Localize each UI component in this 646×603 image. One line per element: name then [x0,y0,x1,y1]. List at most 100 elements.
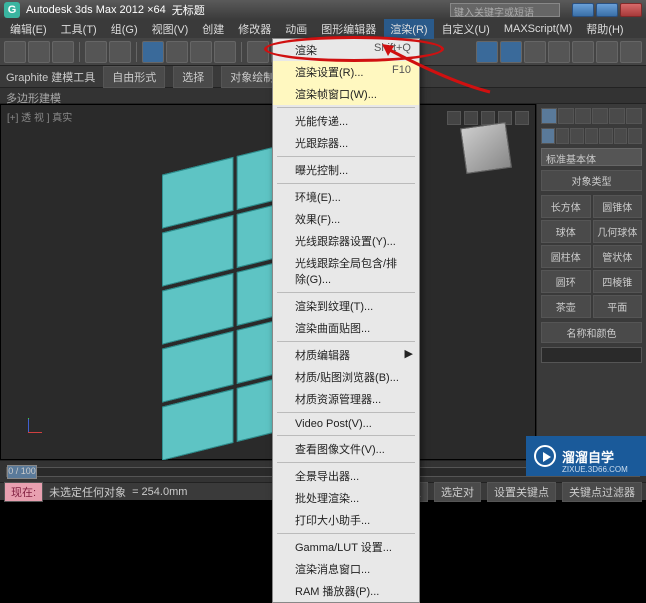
menu-item[interactable]: 动画 [279,19,313,39]
minimize-button[interactable] [572,3,594,17]
tool-button[interactable] [524,41,546,63]
menu-item[interactable]: 渲染曲面贴图... [273,317,419,339]
menu-item[interactable]: 光能传递... [273,110,419,132]
tab-create[interactable] [541,108,557,124]
menu-item[interactable]: 帮助(H) [580,19,629,39]
freeform-button[interactable]: 自由形式 [103,66,165,88]
menu-item[interactable]: 全景导出器... [273,465,419,487]
menu-item[interactable]: 编辑(E) [4,19,53,39]
subtab-shapes[interactable] [556,128,570,144]
viewport-label: [+] 透 视 ] 真实 [7,109,72,124]
tool-button[interactable] [596,41,618,63]
tab-hierarchy[interactable] [575,108,591,124]
tool-button[interactable] [142,41,164,63]
tab-modify[interactable] [558,108,574,124]
tab-motion[interactable] [592,108,608,124]
viewcube[interactable] [460,122,512,174]
menu-item[interactable]: 材质/贴图浏览器(B)... [273,366,419,388]
menu-item[interactable]: RAM 播放器(P)... [273,580,419,602]
subtab-cameras[interactable] [585,128,599,144]
menu-item[interactable]: 效果(F)... [273,208,419,230]
menu-item[interactable]: 渲染消息窗口... [273,558,419,580]
select-button[interactable]: 选择 [173,66,213,88]
tool-button[interactable] [620,41,642,63]
menu-item[interactable]: MAXScript(M) [498,21,578,37]
tool-button[interactable] [548,41,570,63]
time-marker[interactable]: 0 / 100 [7,465,37,479]
subtab-lights[interactable] [570,128,584,144]
tool-button[interactable] [52,41,74,63]
tool-button[interactable] [247,41,269,63]
menu-item[interactable]: 视图(V) [146,19,195,39]
tool-button[interactable] [28,41,50,63]
menu-item[interactable]: 光跟踪器... [273,132,419,154]
object-name-input[interactable] [541,347,642,363]
close-button[interactable] [620,3,642,17]
vp-icon[interactable] [447,111,461,125]
search-input[interactable]: 键入关键字或短语 [450,3,560,17]
setkey-button[interactable]: 设置关键点 [487,482,556,502]
menu-item[interactable]: 组(G) [105,19,144,39]
menu-item[interactable]: 材质资源管理器... [273,388,419,410]
tool-button[interactable] [476,41,498,63]
subtab-space[interactable] [614,128,628,144]
menu-item[interactable]: 创建 [196,19,230,39]
axis-x [28,432,42,433]
now-label: 现在: [4,482,43,502]
tool-button[interactable] [85,41,107,63]
tool-button[interactable] [572,41,594,63]
tool-button[interactable] [190,41,212,63]
menu-item[interactable]: Gamma/LUT 设置... [273,536,419,558]
subtab-geometry[interactable] [541,128,555,144]
tool-button[interactable] [4,41,26,63]
menu-item[interactable]: 光线跟踪全局包含/排除(G)... [273,252,419,290]
maximize-button[interactable] [596,3,618,17]
section-object-type: 对象类型 [541,170,642,191]
subtab-helpers[interactable] [599,128,613,144]
selected-button[interactable]: 选定对 [434,482,481,502]
primitive-button[interactable]: 圆锥体 [593,195,643,218]
app-logo: G [4,2,20,18]
menu-item[interactable]: 渲染到纹理(T)... [273,295,419,317]
vp-icon[interactable] [515,111,529,125]
tab-display[interactable] [609,108,625,124]
menu-item[interactable]: 图形编辑器 [315,19,382,39]
primitive-button[interactable]: 平面 [593,295,643,318]
menu-item[interactable]: 批处理渲染... [273,487,419,509]
menu-item[interactable]: 自定义(U) [436,19,496,39]
menu-item[interactable]: 光线跟踪器设置(Y)... [273,230,419,252]
menu-item[interactable]: 查看图像文件(V)... [273,438,419,460]
menu-item[interactable]: 打印大小助手... [273,509,419,531]
tool-button[interactable] [166,41,188,63]
command-panel: 标准基本体 对象类型 长方体圆锥体球体几何球体圆柱体管状体圆环四棱锥茶壶平面 名… [536,104,646,460]
menu-item[interactable]: 渲染Shift+Q [273,39,419,61]
primitive-button[interactable]: 圆柱体 [541,245,591,268]
tool-button[interactable] [109,41,131,63]
viewport-corner-icons [447,111,529,125]
menu-item[interactable]: 渲染帧窗口(W)... [273,83,419,105]
tool-button[interactable] [500,41,522,63]
primitive-button[interactable]: 圆环 [541,270,591,293]
menu-item[interactable]: 渲染(R) [384,19,433,39]
primitive-button[interactable]: 几何球体 [593,220,643,243]
menu-item[interactable]: 工具(T) [55,19,103,39]
keyfilter-button[interactable]: 关键点过滤器 [562,482,642,502]
menu-item[interactable]: 曝光控制... [273,159,419,181]
menu-item[interactable]: 材质编辑器▶ [273,344,419,366]
tool-button[interactable] [214,41,236,63]
primitive-button[interactable]: 长方体 [541,195,591,218]
subtab-systems[interactable] [628,128,642,144]
primitive-button[interactable]: 球体 [541,220,591,243]
primitive-button[interactable]: 茶壶 [541,295,591,318]
menu-item[interactable]: 环境(E)... [273,186,419,208]
primitive-button[interactable]: 管状体 [593,245,643,268]
menu-item[interactable]: 修改器 [232,19,277,39]
menu-item[interactable]: 渲染设置(R)...F10 [273,61,419,83]
menu-item[interactable]: Video Post(V)... [273,415,419,433]
vp-icon[interactable] [464,111,478,125]
tab-utilities[interactable] [626,108,642,124]
primitive-dropdown[interactable]: 标准基本体 [541,148,642,166]
viewport[interactable]: [+] 透 视 ] 真实 [0,104,536,460]
watermark-text: 溜溜自学 [562,447,614,466]
primitive-button[interactable]: 四棱锥 [593,270,643,293]
